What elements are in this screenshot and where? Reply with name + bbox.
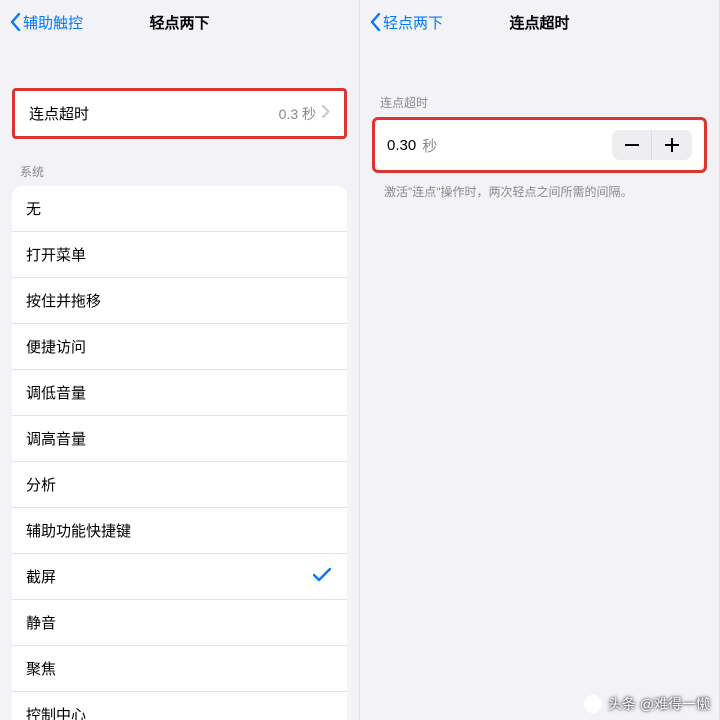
timeout-cell-group: 连点超时 0.3 秒 (12, 88, 347, 139)
system-options-list: 无打开菜单按住并拖移便捷访问调低音量调高音量分析辅助功能快捷键截屏静音聚焦控制中… (12, 186, 347, 720)
left-nav: 辅助触控 轻点两下 (0, 0, 359, 48)
right-section-header: 连点超时 (360, 88, 719, 117)
back-button-right[interactable]: 轻点两下 (370, 12, 443, 33)
timeout-cell[interactable]: 连点超时 0.3 秒 (15, 91, 344, 136)
chevron-left-icon (370, 13, 381, 31)
option-label: 调低音量 (26, 382, 333, 403)
option-label: 分析 (26, 474, 333, 495)
stepper-minus-button[interactable] (612, 130, 652, 160)
stepper-plus-button[interactable] (652, 130, 692, 160)
option-label: 辅助功能快捷键 (26, 520, 333, 541)
system-option[interactable]: 静音 (12, 600, 347, 646)
chevron-left-icon (10, 13, 21, 31)
system-option[interactable]: 辅助功能快捷键 (12, 508, 347, 554)
option-label: 截屏 (26, 566, 333, 587)
back-button-left[interactable]: 辅助触控 (10, 12, 83, 33)
watermark-avatar-icon (584, 695, 602, 713)
watermark-text: 头条 @难得一懒 (608, 694, 710, 714)
system-option[interactable]: 调低音量 (12, 370, 347, 416)
system-section-header: 系统 (0, 157, 359, 186)
back-label: 辅助触控 (23, 12, 83, 33)
stepper-row: 0.30 秒 (375, 120, 704, 170)
back-label: 轻点两下 (383, 12, 443, 33)
option-label: 调高音量 (26, 428, 333, 449)
system-option[interactable]: 按住并拖移 (12, 278, 347, 324)
timeout-value: 0.3 秒 (279, 104, 316, 124)
system-option[interactable]: 控制中心 (12, 692, 347, 720)
minus-icon (625, 144, 639, 146)
system-option[interactable]: 调高音量 (12, 416, 347, 462)
system-option[interactable]: 打开菜单 (12, 232, 347, 278)
timeout-label: 连点超时 (29, 103, 279, 124)
option-label: 静音 (26, 612, 333, 633)
right-pane: 轻点两下 连点超时 连点超时 0.30 秒 激活"连点"操作时，两次轻点之间所需… (360, 0, 720, 720)
system-option[interactable]: 便捷访问 (12, 324, 347, 370)
system-option[interactable]: 聚焦 (12, 646, 347, 692)
system-option[interactable]: 无 (12, 186, 347, 232)
option-label: 按住并拖移 (26, 290, 333, 311)
check-icon (313, 568, 331, 586)
plus-icon (665, 138, 679, 152)
footer-note: 激活"连点"操作时，两次轻点之间所需的间隔。 (360, 173, 719, 211)
option-label: 无 (26, 198, 333, 219)
stepper-unit: 秒 (422, 135, 612, 156)
right-nav: 轻点两下 连点超时 (360, 0, 719, 48)
option-label: 聚焦 (26, 658, 333, 679)
watermark: 头条 @难得一懒 (584, 694, 710, 714)
system-option[interactable]: 截屏 (12, 554, 347, 600)
option-label: 控制中心 (26, 704, 333, 720)
stepper-control (612, 130, 692, 160)
left-pane: 辅助触控 轻点两下 连点超时 0.3 秒 系统 无打开菜单按住并拖移便捷访问调低… (0, 0, 360, 720)
option-label: 打开菜单 (26, 244, 333, 265)
stepper-value: 0.30 (387, 137, 416, 154)
option-label: 便捷访问 (26, 336, 333, 357)
chevron-right-icon (322, 105, 330, 122)
system-option[interactable]: 分析 (12, 462, 347, 508)
